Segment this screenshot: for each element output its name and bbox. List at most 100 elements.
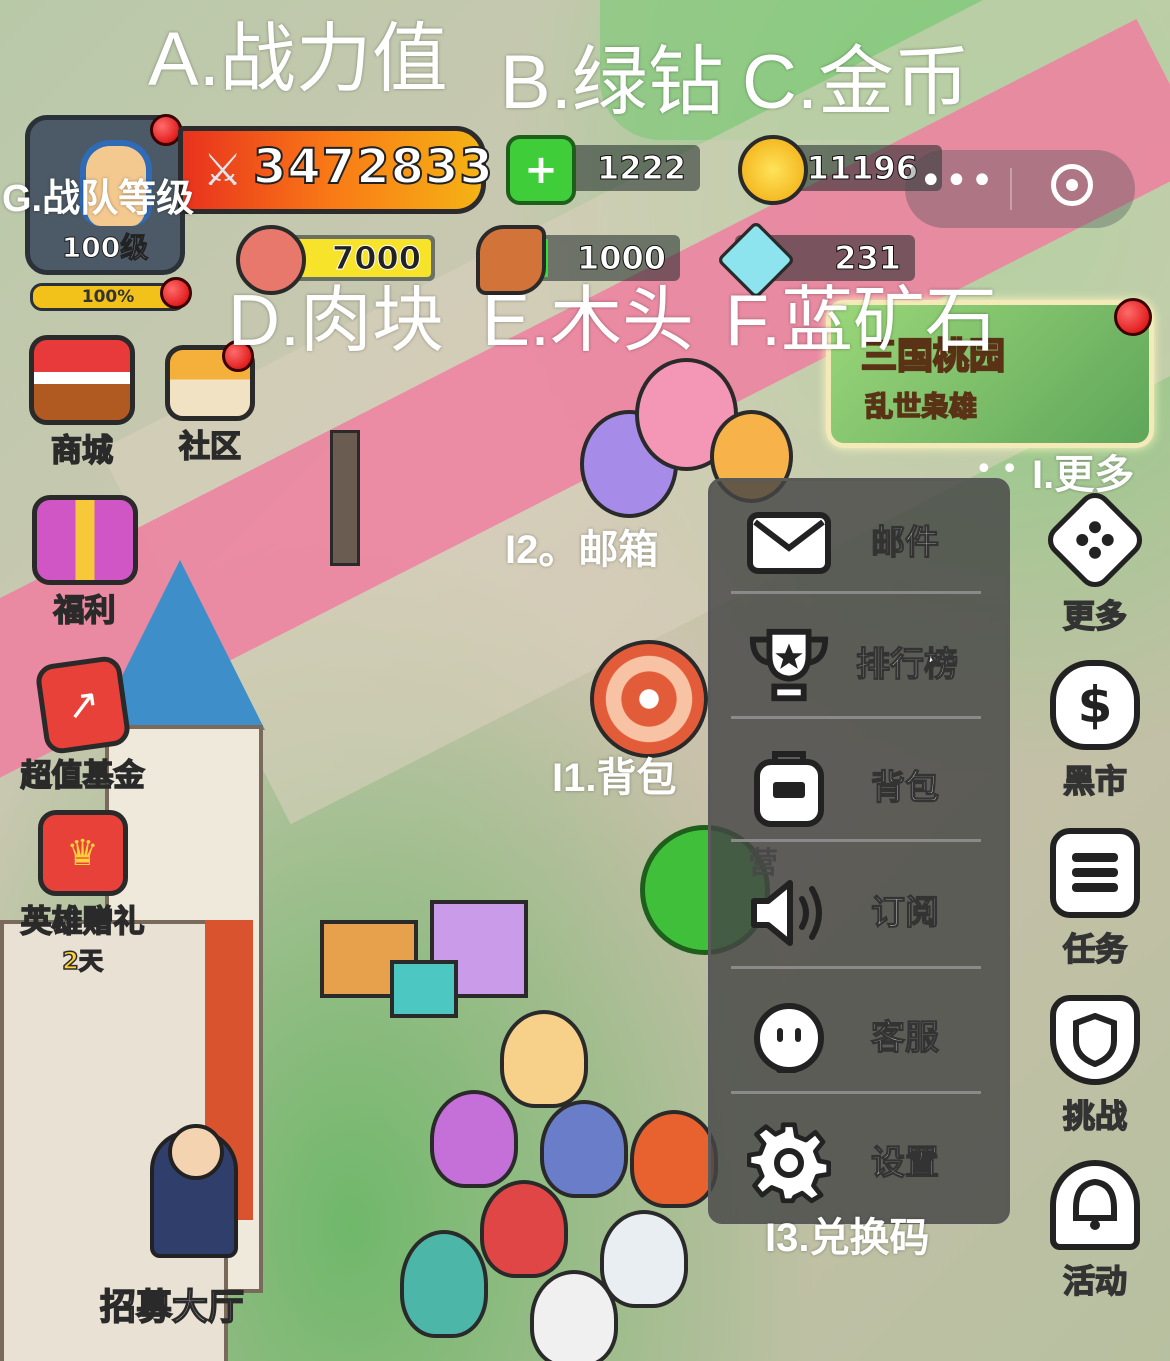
gear-icon — [745, 1119, 833, 1207]
hero-angel — [500, 1010, 588, 1108]
more-dropdown-panel: 邮件 排行榜 背包 订阅 客服 设置 — [708, 478, 1010, 1224]
wood-value: 1000 — [576, 239, 666, 278]
hero-gift-button[interactable]: ♛ 英雄赠礼 2天 — [10, 810, 155, 976]
shop-icon — [29, 335, 135, 425]
hero-fire — [630, 1110, 718, 1208]
miniprogram-capsule: ••• — [905, 150, 1135, 228]
black-market-label: 黑市 — [1062, 761, 1128, 801]
hero-white — [600, 1210, 688, 1308]
challenge-label: 挑战 — [1062, 1096, 1128, 1136]
welfare-button[interactable]: 福利 — [22, 495, 147, 630]
fund-label: 超值基金 — [20, 757, 146, 795]
gift-crates — [320, 900, 528, 1018]
power-value: 3472833 — [252, 138, 494, 196]
dropdown-divider — [731, 839, 981, 842]
backpack-label: 背包 — [870, 767, 939, 808]
dropdown-item-backpack[interactable]: 背包 — [711, 726, 1007, 846]
archery-target — [590, 640, 708, 758]
dropdown-divider — [731, 966, 981, 969]
support-label: 客服 — [870, 1017, 939, 1058]
dropdown-divider — [731, 1091, 981, 1094]
gold-coin-icon — [738, 135, 808, 205]
annotation-backpack: I1.背包 — [552, 756, 677, 800]
blue-ore-counter[interactable]: 231 — [716, 220, 915, 300]
more-label: 更多 — [1062, 596, 1128, 636]
money-bag-icon: $ — [1050, 660, 1140, 750]
annotation-mailbox: I2。邮箱 — [505, 528, 659, 572]
settings-label: 设置 — [870, 1142, 939, 1183]
hero-knight — [540, 1100, 628, 1198]
annotation-wood: E.木头 — [482, 281, 695, 361]
more-button[interactable]: 更多 — [1040, 485, 1150, 637]
gift-box-icon — [31, 495, 138, 585]
event-notification-dot — [1114, 298, 1152, 336]
power-bar[interactable]: ⚔ 3472833 — [178, 126, 494, 214]
annotation-blue-ore: F.蓝矿石 — [725, 281, 998, 361]
meat-value: 7000 — [331, 239, 421, 278]
welfare-label: 福利 — [53, 592, 117, 630]
recruit-hall-label[interactable]: 招募大厅 — [99, 1278, 245, 1330]
hero-elder — [530, 1270, 618, 1361]
shop-button[interactable]: 商城 — [22, 335, 142, 470]
challenge-button[interactable]: 挑战 — [1040, 995, 1150, 1137]
lamp-post — [330, 430, 360, 566]
crossed-swords-icon: ⚔ — [203, 145, 243, 196]
black-market-button[interactable]: $ 黑市 — [1040, 660, 1150, 802]
headset-icon — [745, 994, 833, 1082]
events-button[interactable]: 活动 — [1040, 1160, 1150, 1302]
capsule-close-icon[interactable] — [1051, 164, 1093, 206]
task-list-icon — [1050, 828, 1140, 918]
capsule-more-button[interactable]: ••• — [919, 158, 996, 204]
more-grid-icon — [1040, 485, 1150, 595]
dropdown-item-mail[interactable]: 邮件 — [711, 481, 1007, 601]
leaderboard-label: 排行榜 — [855, 644, 958, 685]
dropdown-item-settings[interactable]: 设置 — [711, 1101, 1007, 1221]
xp-notification-dot — [160, 277, 192, 309]
hero-gift-timer: 2天 — [61, 946, 103, 976]
annotation-meat: D.肉块 — [228, 281, 445, 361]
hero-red — [480, 1180, 568, 1278]
meat-counter[interactable]: 7000 — [236, 225, 435, 295]
trophy-icon — [745, 621, 833, 709]
green-diamond-counter[interactable]: + 1222 — [506, 135, 700, 205]
hero-card-icon: ♛ — [37, 810, 128, 896]
hero-gift-label: 英雄赠礼 — [20, 903, 146, 941]
backpack-icon — [745, 744, 833, 832]
dropdown-item-leaderboard[interactable]: 排行榜 — [711, 603, 1007, 723]
mail-icon — [745, 499, 833, 587]
annotation-gold: C.金币 — [742, 40, 970, 125]
green-diamond-value: 1222 — [596, 149, 686, 188]
annotation-more: I.更多 — [1032, 453, 1135, 497]
hero-mage — [430, 1090, 518, 1188]
annotation-power: A.战力值 — [148, 17, 448, 102]
green-diamond-icon: + — [506, 135, 576, 205]
event-subtitle: 乱世枭雄 — [864, 389, 978, 424]
events-label: 活动 — [1062, 1261, 1128, 1301]
speaker-icon — [745, 869, 833, 957]
mail-label: 邮件 — [870, 522, 939, 563]
annotation-redeem-code: I3.兑换码 — [765, 1216, 930, 1260]
tasks-button[interactable]: 任务 — [1040, 828, 1150, 970]
tasks-label: 任务 — [1062, 929, 1128, 969]
recruit-npc[interactable] — [150, 1124, 238, 1258]
blue-ore-value: 231 — [834, 239, 902, 278]
annotation-green-diamond: B.绿钻 — [500, 40, 724, 125]
shop-label: 商城 — [50, 432, 114, 470]
shield-icon — [1050, 995, 1140, 1085]
annotation-team-level: G.战队等级 — [2, 178, 195, 220]
subscribe-label: 订阅 — [870, 892, 939, 933]
hero-teal — [400, 1230, 488, 1338]
dropdown-divider — [731, 716, 981, 719]
game-main-screen: { "annotations": { "a": "A.战力值", "b": "B… — [0, 0, 1170, 1361]
team-level: 100级 — [61, 231, 149, 265]
fund-button[interactable]: ↗ 超值基金 — [10, 654, 155, 795]
community-label: 社区 — [178, 428, 242, 466]
dropdown-item-subscribe[interactable]: 订阅 — [711, 851, 1007, 971]
gold-value: 11196 — [806, 149, 918, 188]
bell-icon — [1050, 1160, 1140, 1250]
capsule-divider — [1010, 168, 1012, 210]
wood-counter[interactable]: 1000 — [476, 225, 680, 295]
dropdown-divider — [731, 591, 981, 594]
dropdown-item-support[interactable]: 客服 — [711, 976, 1007, 1096]
fund-chart-icon: ↗ — [33, 654, 132, 756]
